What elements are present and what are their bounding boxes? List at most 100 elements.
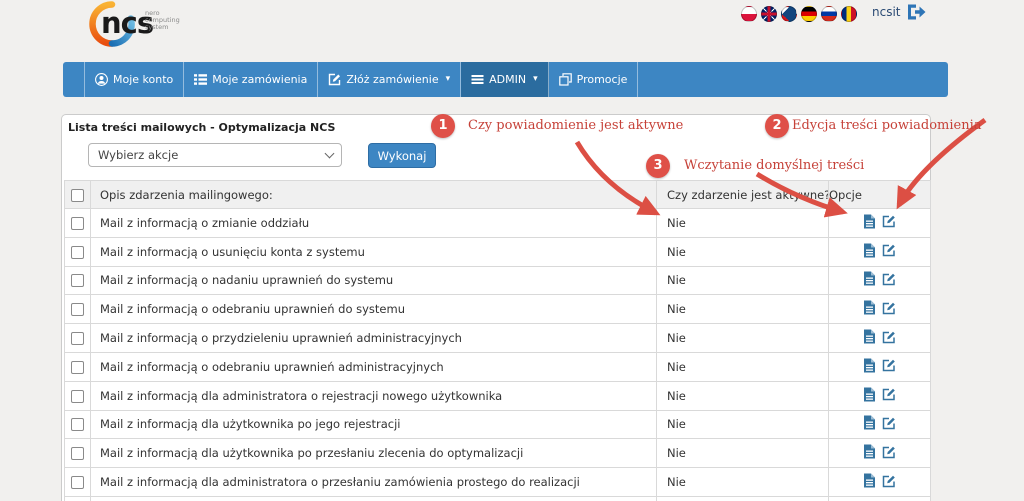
table-row [65, 496, 931, 501]
flag-poland-icon[interactable] [741, 6, 757, 22]
row-checkbox[interactable] [71, 476, 84, 489]
edit-content-icon[interactable] [882, 445, 896, 459]
copy-icon [559, 73, 572, 86]
column-header-options: Opcje [829, 181, 931, 209]
nav-item-admin[interactable]: ADMIN ▾ [461, 62, 549, 97]
load-default-content-icon[interactable] [863, 473, 876, 488]
actions-select[interactable]: Wybierz akcje [88, 143, 342, 167]
nav-item-label: Moje konto [113, 73, 173, 86]
list-icon [194, 73, 207, 86]
page: ncs nero computing system ncsit [0, 0, 1024, 501]
select-all-checkbox[interactable] [71, 189, 84, 202]
load-default-content-icon[interactable] [863, 358, 876, 373]
chevron-down-icon: ▾ [533, 75, 538, 84]
nav-item-label: Złóż zamówienie [346, 73, 438, 86]
event-description: Mail z informacją o zmianie oddziału [91, 209, 657, 238]
flag-romania-icon[interactable] [841, 6, 857, 22]
menu-icon [471, 73, 484, 86]
event-description: Mail z informacją dla administratora o r… [91, 381, 657, 410]
row-checkbox[interactable] [71, 390, 84, 403]
nav-item-moje-konto[interactable]: Moje konto [85, 62, 184, 97]
logo-tagline-3: system [145, 23, 169, 31]
edit-content-icon[interactable] [882, 416, 896, 430]
active-status: Nie [657, 266, 829, 295]
row-checkbox[interactable] [71, 332, 84, 345]
active-status: Nie [657, 352, 829, 381]
row-checkbox[interactable] [71, 274, 84, 287]
load-default-content-icon[interactable] [863, 387, 876, 402]
table-row: Mail z informacją o odebraniu uprawnień … [65, 295, 931, 324]
active-status: Nie [657, 468, 829, 497]
edit-content-icon[interactable] [882, 243, 896, 257]
load-default-content-icon[interactable] [863, 214, 876, 229]
edit-content-icon[interactable] [882, 474, 896, 488]
table-row: Mail z informacją o usunięciu konta z sy… [65, 237, 931, 266]
flag-russia-icon[interactable] [821, 6, 837, 22]
row-checkbox[interactable] [71, 418, 84, 431]
nav-item-label: ADMIN [489, 73, 526, 86]
language-switcher [741, 6, 857, 22]
annotation-label-3: Wczytanie domyślnej treści [684, 158, 864, 173]
table-row: Mail z informacją dla użytkownika po jeg… [65, 410, 931, 439]
active-status: Nie [657, 237, 829, 266]
table-row: Mail z informacją o przydzieleniu uprawn… [65, 324, 931, 353]
row-checkbox[interactable] [71, 217, 84, 230]
nav-item-label: Moje zamówienia [212, 73, 307, 86]
row-checkbox[interactable] [71, 361, 84, 374]
pencil-square-icon [328, 73, 341, 86]
row-checkbox[interactable] [71, 303, 84, 316]
load-default-content-icon[interactable] [863, 329, 876, 344]
row-checkbox[interactable] [71, 447, 84, 460]
ncs-logo[interactable]: ncs nero computing system [88, 0, 198, 52]
table-row: Mail z informacją dla administratora o p… [65, 468, 931, 497]
table-row: Mail z informacją o zmianie oddziału Nie [65, 209, 931, 238]
active-status: Nie [657, 295, 829, 324]
nav-spacer [63, 62, 85, 97]
nav-item-label: Promocje [577, 73, 628, 86]
edit-content-icon[interactable] [882, 301, 896, 315]
table-header-row: Opis zdarzenia mailingowego: Czy zdarzen… [65, 181, 931, 209]
load-default-content-icon[interactable] [863, 300, 876, 315]
sign-out-icon[interactable] [906, 3, 926, 21]
execute-button[interactable]: Wykonaj [368, 143, 436, 168]
edit-content-icon[interactable] [882, 387, 896, 401]
edit-content-icon[interactable] [882, 358, 896, 372]
table-row: Mail z informacją o nadaniu uprawnień do… [65, 266, 931, 295]
user-icon [95, 73, 108, 86]
event-description: Mail z informacją dla administratora o p… [91, 468, 657, 497]
column-header-active: Czy zdarzenie jest aktywne? [657, 181, 829, 209]
nav-item-moje-zamowienia[interactable]: Moje zamówienia [184, 62, 318, 97]
load-default-content-icon[interactable] [863, 271, 876, 286]
column-header-description: Opis zdarzenia mailingowego: [91, 181, 657, 209]
mail-contents-table: Opis zdarzenia mailingowego: Czy zdarzen… [64, 180, 931, 501]
main-nav: Moje konto Moje zamówienia Złóż zamówien… [63, 62, 948, 97]
annotation-label-1: Czy powiadomienie jest aktywne [468, 118, 683, 133]
event-description [91, 496, 657, 501]
load-default-content-icon[interactable] [863, 243, 876, 258]
load-default-content-icon[interactable] [863, 444, 876, 459]
event-description: Mail z informacją o odebraniu uprawnień … [91, 295, 657, 324]
annotation-label-2: Edycja treści powiadomienia [792, 118, 982, 133]
table-row: Mail z informacją dla administratora o r… [65, 381, 931, 410]
edit-content-icon[interactable] [882, 330, 896, 344]
active-status: Nie [657, 439, 829, 468]
load-default-content-icon[interactable] [863, 415, 876, 430]
edit-content-icon[interactable] [882, 272, 896, 286]
flag-germany-icon[interactable] [801, 6, 817, 22]
username-link[interactable]: ncsit [872, 5, 901, 19]
event-description: Mail z informacją o usunięciu konta z sy… [91, 237, 657, 266]
edit-content-icon[interactable] [882, 214, 896, 228]
flag-united-kingdom-icon[interactable] [761, 6, 777, 22]
annotation-badge-1: 1 [431, 114, 455, 138]
active-status [657, 496, 829, 501]
event-description: Mail z informacją dla użytkownika po prz… [91, 439, 657, 468]
nav-item-promocje[interactable]: Promocje [549, 62, 639, 97]
table-body: Mail z informacją o zmianie oddziału Nie [65, 209, 931, 501]
row-checkbox[interactable] [71, 246, 84, 259]
nav-item-zloz-zamowienie[interactable]: Złóż zamówienie ▾ [318, 62, 461, 97]
event-description: Mail z informacją o przydzieleniu uprawn… [91, 324, 657, 353]
annotation-badge-3: 3 [646, 154, 670, 178]
flag-czech-republic-icon[interactable] [781, 6, 797, 22]
event-description: Mail z informacją dla użytkownika po jeg… [91, 410, 657, 439]
page-title: Lista treści mailowych - Optymalizacja N… [68, 121, 335, 134]
